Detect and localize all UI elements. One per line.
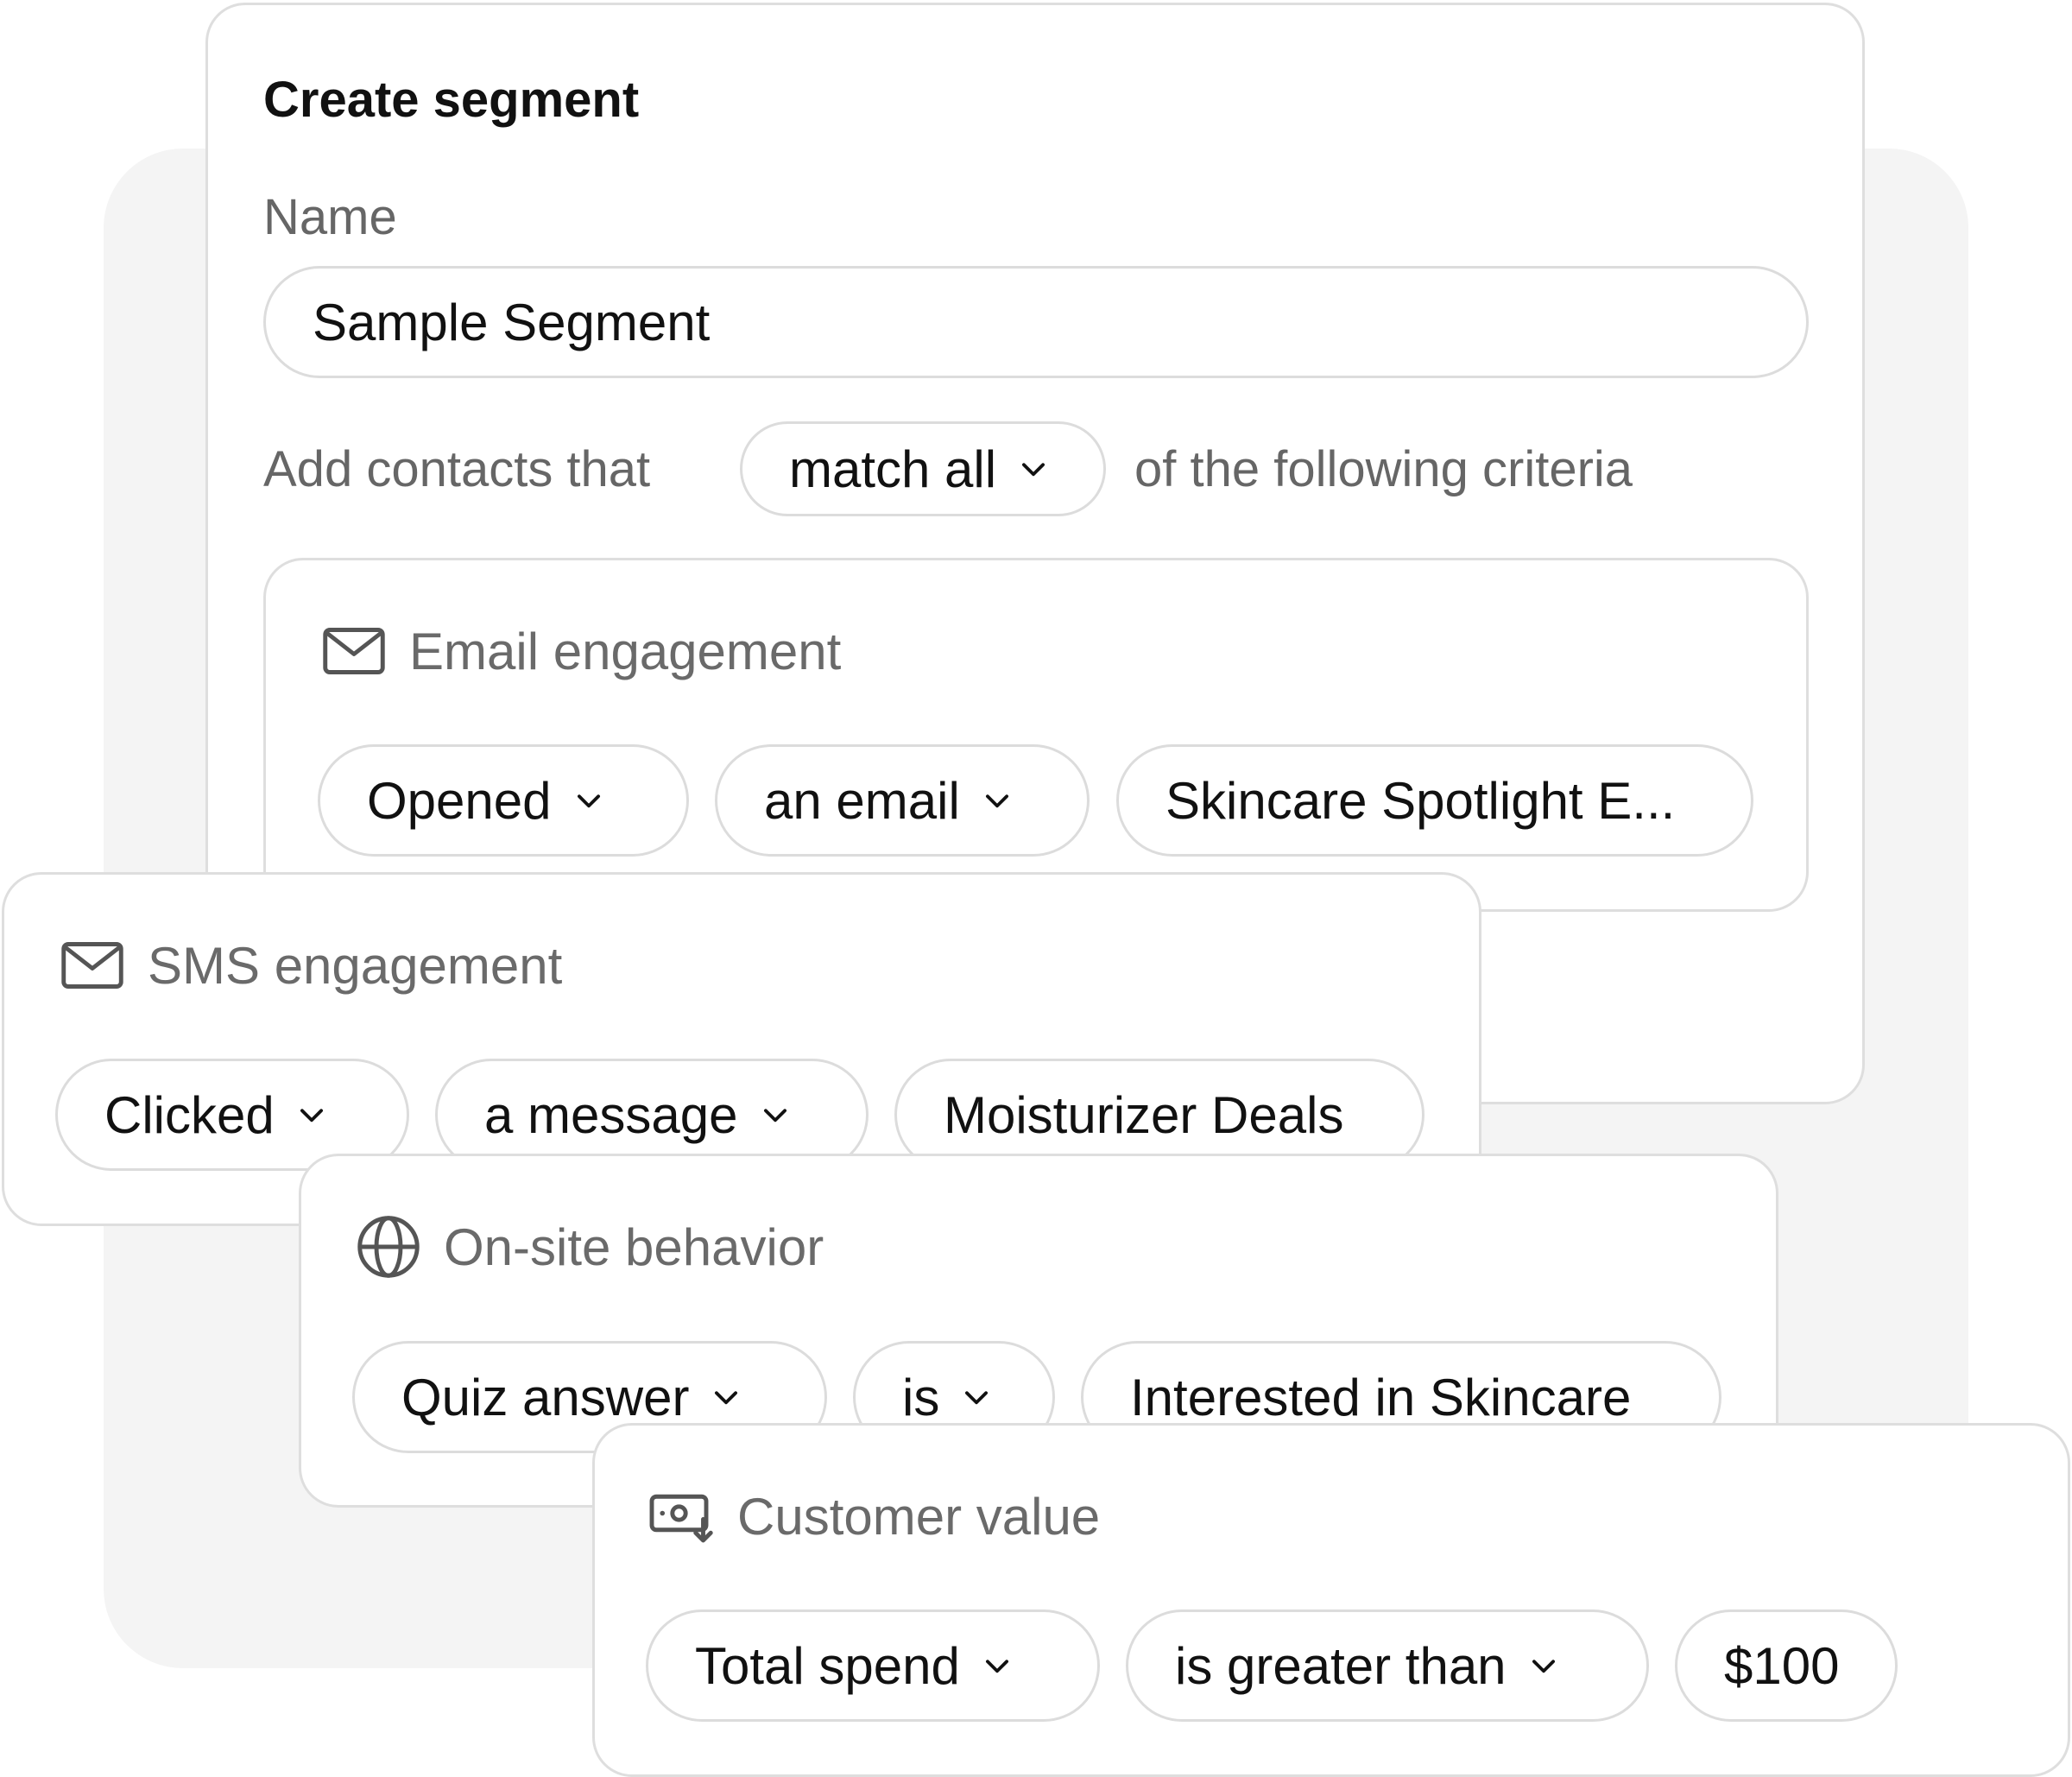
email-engagement-card — [263, 558, 1809, 912]
sms-action-label: Clicked — [104, 1085, 275, 1144]
onsite-value-label: Interested in Skincare — [1130, 1368, 1632, 1426]
chevron-down-icon — [759, 1098, 792, 1131]
onsite-operator-label: is — [902, 1368, 940, 1426]
email-object-select[interactable]: an email — [715, 744, 1090, 857]
email-engagement-title: Email engagement — [409, 622, 842, 680]
onsite-behavior-title: On-site behavior — [444, 1217, 824, 1276]
match-mode-label: match all — [789, 440, 997, 498]
onsite-behavior-heading: On-site behavior — [352, 1211, 824, 1283]
page-title: Create segment — [263, 72, 640, 128]
sms-object-label: a message — [484, 1085, 738, 1144]
value-amount-label: $100 — [1724, 1636, 1840, 1695]
envelope-icon — [318, 615, 390, 687]
email-engagement-heading: Email engagement — [318, 615, 841, 687]
value-amount-field[interactable]: $100 — [1675, 1609, 1898, 1722]
match-mode-select[interactable]: match all — [740, 421, 1106, 516]
chevron-down-icon — [295, 1098, 328, 1131]
value-operator-label: is greater than — [1175, 1636, 1507, 1695]
email-value-field[interactable]: Skincare Spotlight E... — [1116, 744, 1753, 857]
sms-engagement-title: SMS engagement — [148, 936, 563, 995]
segment-name-value: Sample Segment — [313, 293, 711, 351]
value-field-select[interactable]: Total spend — [646, 1609, 1100, 1722]
email-object-label: an email — [764, 771, 960, 830]
email-value-label: Skincare Spotlight E... — [1166, 771, 1676, 830]
customer-value-heading: Customer value — [646, 1480, 1100, 1553]
value-field-label: Total spend — [695, 1636, 960, 1695]
value-operator-select[interactable]: is greater than — [1126, 1609, 1649, 1722]
chevron-down-icon — [1527, 1649, 1560, 1682]
chevron-down-icon — [572, 784, 605, 817]
envelope-icon — [56, 929, 129, 1002]
email-action-select[interactable]: Opened — [318, 744, 689, 857]
cash-icon — [646, 1480, 718, 1553]
criteria-prefix: Add contacts that — [263, 441, 651, 497]
segment-name-input[interactable]: Sample Segment — [263, 266, 1809, 378]
email-action-label: Opened — [367, 771, 552, 830]
criteria-suffix: of the following criteria — [1134, 441, 1633, 497]
chevron-down-icon — [960, 1381, 993, 1413]
chevron-down-icon — [981, 1649, 1014, 1682]
sms-engagement-heading: SMS engagement — [56, 929, 562, 1002]
chevron-down-icon — [981, 784, 1014, 817]
onsite-field-label: Quiz answer — [401, 1368, 690, 1426]
name-label: Name — [263, 189, 397, 245]
globe-icon — [352, 1211, 425, 1283]
customer-value-card — [592, 1423, 2070, 1777]
chevron-down-icon — [1017, 452, 1050, 485]
customer-value-title: Customer value — [737, 1487, 1101, 1546]
chevron-down-icon — [710, 1381, 742, 1413]
sms-value-label: Moisturizer Deals — [944, 1085, 1344, 1144]
